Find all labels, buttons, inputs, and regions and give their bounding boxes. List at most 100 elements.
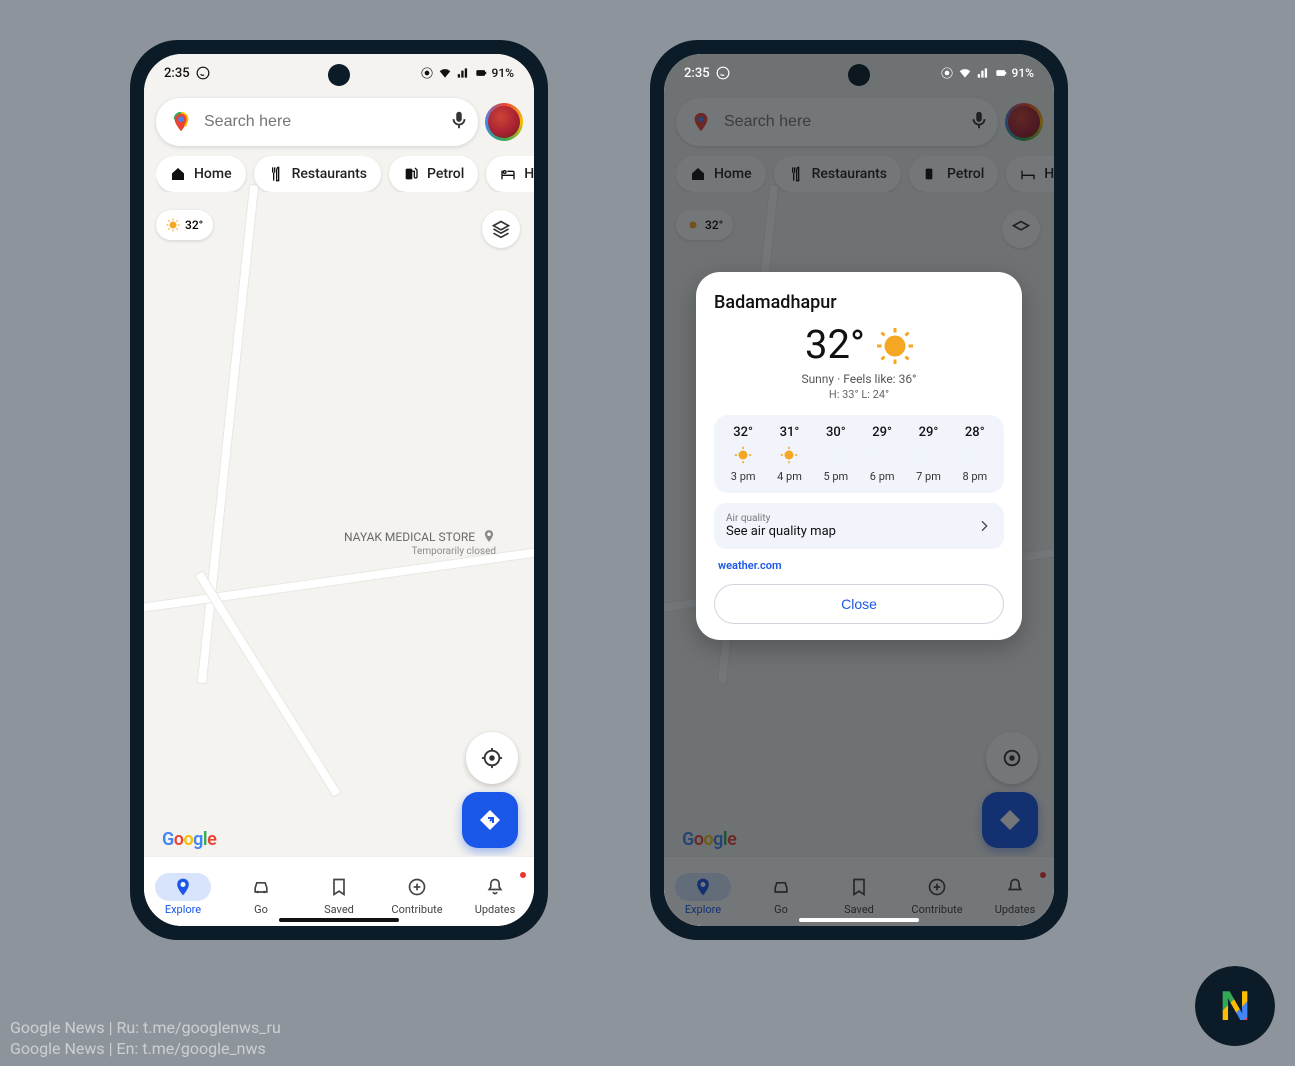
- logo-letter: N: [1220, 982, 1250, 1030]
- signal-icon: [976, 66, 990, 80]
- forecast-time: 3 pm: [731, 470, 756, 483]
- nav-updates[interactable]: Updates: [456, 857, 534, 926]
- profile-avatar[interactable]: [486, 104, 522, 140]
- place-name: NAYAK MEDICAL STORE: [344, 530, 475, 544]
- forecast-time: 5 pm: [823, 470, 848, 483]
- home-icon: [170, 166, 186, 182]
- chevron-right-icon: [976, 518, 992, 534]
- nav-label: Explore: [165, 903, 201, 916]
- chip-home[interactable]: Home: [156, 156, 246, 192]
- google-watermark: Google: [162, 829, 216, 850]
- screen-left: 2:35 91%: [144, 54, 534, 926]
- weather-hilo: H: 33° L: 24°: [714, 388, 1004, 401]
- forecast-temp: 28°: [965, 425, 985, 440]
- nav-label: Saved: [324, 903, 354, 916]
- bottom-nav: Explore Go Saved Contribute Updates: [144, 856, 534, 926]
- weather-summary: Sunny · Feels like: 36°: [714, 372, 1004, 386]
- forecast-item: 28° 8 pm: [952, 425, 998, 483]
- my-location-button[interactable]: [466, 732, 518, 784]
- moon-icon: [873, 446, 891, 464]
- pin-icon: [173, 877, 193, 897]
- forecast-time: 7 pm: [916, 470, 941, 483]
- chip-label: Restaurants: [292, 166, 367, 182]
- mic-icon[interactable]: [448, 109, 470, 135]
- forecast-temp: 29°: [872, 425, 892, 440]
- forecast-row[interactable]: 32°3 pm31°4 pm30°5 pm29°6 pm29°7 pm28°8 …: [714, 415, 1004, 493]
- watermark-line: Google News | Ru: t.me/googlenws_ru: [10, 1017, 281, 1039]
- forecast-item: 32° 3 pm: [720, 425, 766, 483]
- map-place-label[interactable]: NAYAK MEDICAL STORE Temporarily closed: [344, 529, 496, 558]
- chip-label: Petrol: [427, 166, 464, 182]
- forecast-temp: 30°: [826, 425, 846, 440]
- air-quality-row[interactable]: Air quality See air quality map: [714, 503, 1004, 549]
- weather-source-link[interactable]: weather.com: [718, 559, 1004, 572]
- battery-percent: 91%: [492, 66, 514, 80]
- forecast-item: 31° 4 pm: [766, 425, 812, 483]
- forecast-time: 4 pm: [777, 470, 802, 483]
- sun-icon: [734, 446, 752, 464]
- whatsapp-icon: [716, 66, 730, 80]
- search-bar: [156, 98, 522, 146]
- location-dot-icon: [420, 66, 434, 80]
- forecast-temp: 32°: [733, 425, 753, 440]
- camera-hole: [328, 64, 350, 86]
- phone-frame-right: 2:35 91% Home Restaurant: [650, 40, 1068, 940]
- moon-icon: [919, 446, 937, 464]
- forecast-item: 30° 5 pm: [813, 425, 859, 483]
- temp-value: 32°: [805, 321, 865, 368]
- moon-icon: [966, 446, 984, 464]
- nav-go[interactable]: Go: [222, 857, 300, 926]
- category-chips: Home Restaurants Petrol Hotels: [156, 156, 534, 192]
- home-indicator[interactable]: [279, 918, 399, 922]
- source-watermark: Google News | Ru: t.me/googlenws_ru Goog…: [10, 1017, 281, 1060]
- car-icon: [251, 877, 271, 897]
- nav-explore[interactable]: Explore: [144, 857, 222, 926]
- nav-saved[interactable]: Saved: [300, 857, 378, 926]
- home-indicator[interactable]: [799, 918, 919, 922]
- battery-icon: [994, 66, 1008, 80]
- directions-fab[interactable]: [462, 792, 518, 848]
- chip-label: Home: [194, 166, 232, 182]
- channel-logo: N: [1197, 968, 1273, 1044]
- forecast-item: 29° 7 pm: [905, 425, 951, 483]
- weather-location: Badamadhapur: [714, 292, 1004, 313]
- whatsapp-icon: [196, 66, 210, 80]
- weather-main-temp: 32°: [714, 321, 1004, 368]
- chip-restaurants[interactable]: Restaurants: [254, 156, 381, 192]
- screen-right: 2:35 91% Home Restaurant: [664, 54, 1054, 926]
- location-dot-icon: [940, 66, 954, 80]
- nav-contribute[interactable]: Contribute: [378, 857, 456, 926]
- search-pill[interactable]: [156, 98, 478, 146]
- chip-hotels[interactable]: Hotels: [486, 156, 534, 192]
- chip-petrol[interactable]: Petrol: [389, 156, 478, 192]
- restaurant-icon: [268, 166, 284, 182]
- layers-button[interactable]: [482, 210, 520, 248]
- weather-chip-temp: 32°: [185, 218, 203, 232]
- watermark-line: Google News | En: t.me/google_nws: [10, 1038, 281, 1060]
- wifi-icon: [958, 66, 972, 80]
- place-pin-icon: [482, 529, 496, 546]
- forecast-item: 29°6 pm: [859, 425, 905, 483]
- weather-card: Badamadhapur 32° Sunny · Feels like: 36°…: [696, 272, 1022, 640]
- forecast-temp: 31°: [780, 425, 800, 440]
- status-time: 2:35: [164, 66, 190, 81]
- search-input[interactable]: [202, 112, 438, 132]
- nav-label: Go: [254, 903, 268, 916]
- battery-icon: [474, 66, 488, 80]
- battery-percent: 91%: [1012, 66, 1034, 80]
- close-button[interactable]: Close: [714, 584, 1004, 624]
- sun-icon: [780, 446, 798, 464]
- forecast-time: 8 pm: [962, 470, 987, 483]
- signal-icon: [456, 66, 470, 80]
- hotel-icon: [500, 166, 516, 182]
- phone-frame-left: 2:35 91%: [130, 40, 548, 940]
- nav-label: Contribute: [391, 903, 442, 916]
- forecast-temp: 29°: [919, 425, 939, 440]
- wifi-icon: [438, 66, 452, 80]
- plus-circle-icon: [407, 877, 427, 897]
- aq-value: See air quality map: [726, 524, 836, 539]
- map-weather-chip[interactable]: 32°: [156, 210, 213, 240]
- bookmark-icon: [329, 877, 349, 897]
- sun-icon: [166, 218, 180, 232]
- nav-label: Updates: [475, 903, 516, 916]
